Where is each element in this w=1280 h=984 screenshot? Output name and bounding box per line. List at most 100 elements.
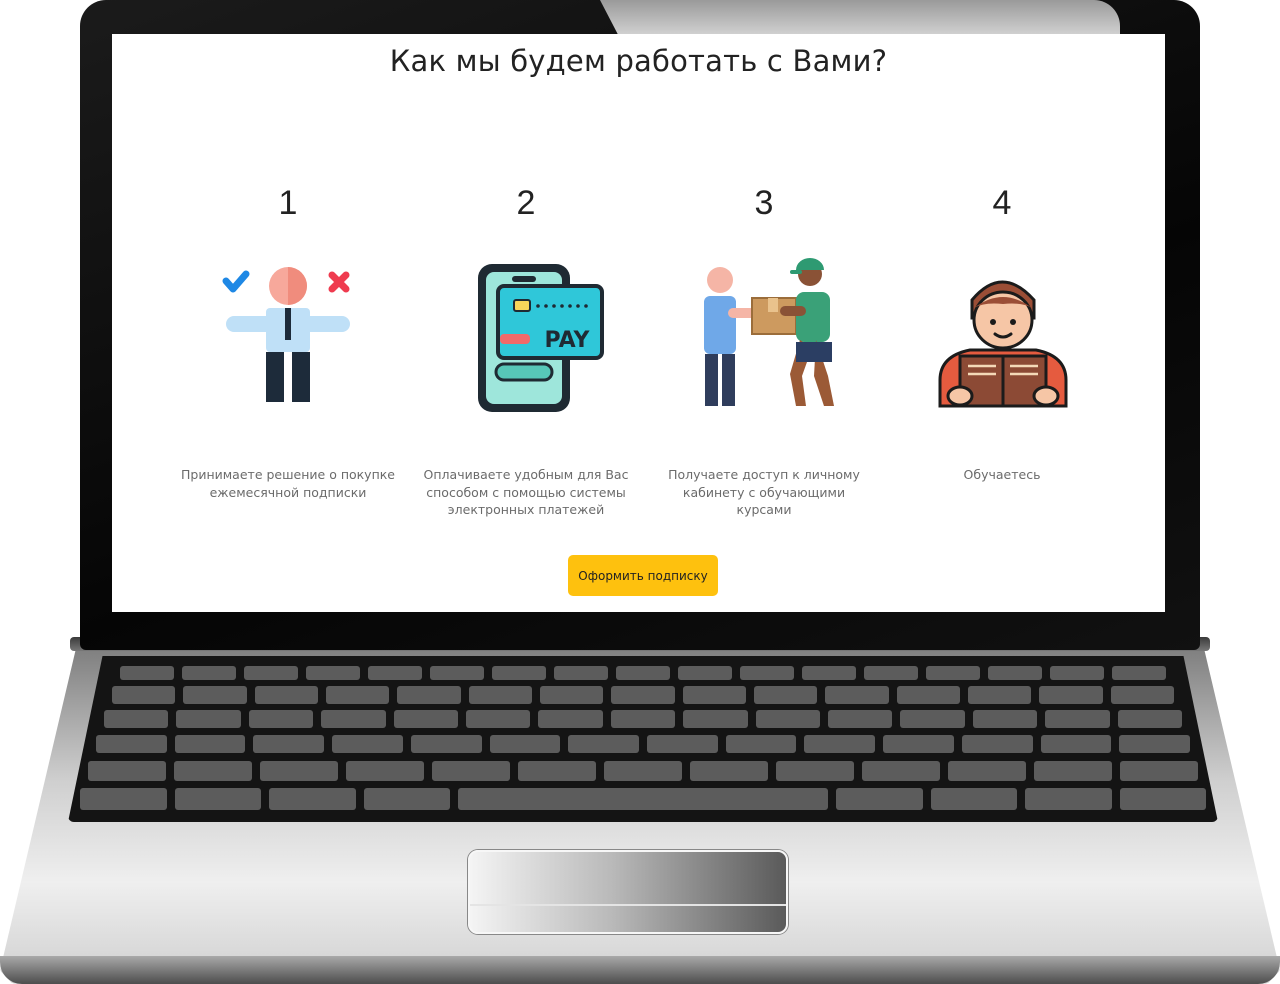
laptop-base-edge <box>0 956 1280 984</box>
keyboard-key <box>538 710 603 728</box>
keyboard-key <box>88 761 166 781</box>
keyboard-key <box>647 735 718 753</box>
phone-card-pay-icon: PAY <box>478 264 604 412</box>
keyboard-key <box>432 761 510 781</box>
step-description: Принимаете решение о покупке ежемесячной… <box>181 467 395 500</box>
keyboard-key <box>1119 735 1190 753</box>
keyboard-key <box>492 666 546 680</box>
keyboard-key <box>518 761 596 781</box>
keyboard-key <box>948 761 1026 781</box>
step-description: Оплачиваете удобным для Вас способом с п… <box>423 467 629 517</box>
keyboard-key <box>988 666 1042 680</box>
keyboard-key <box>1034 761 1112 781</box>
step-number: 2 <box>516 184 536 222</box>
keyboard-key <box>776 761 854 781</box>
keyboard-key <box>306 666 360 680</box>
keyboard-key <box>346 761 424 781</box>
keyboard-key <box>112 686 176 704</box>
keyboard-key <box>393 710 458 728</box>
keyboard-key <box>678 666 732 680</box>
keyboard-key <box>363 788 450 810</box>
keyboard-key <box>1040 735 1112 753</box>
keyboard-key <box>604 761 682 781</box>
step-description: Обучаетесь <box>963 467 1041 482</box>
keyboard-key <box>96 735 167 753</box>
step-4: 4 Обучаетесь <box>883 184 1121 484</box>
keyboard-key <box>1120 761 1198 781</box>
decision-person-icon <box>222 267 350 402</box>
keyboard-key <box>968 686 1032 704</box>
keyboard-key <box>930 788 1017 810</box>
keyboard-key <box>174 735 246 753</box>
step-description: Получаете доступ к личному кабинету с об… <box>668 467 860 517</box>
touchpad-divider <box>470 904 786 906</box>
keyboard-key <box>972 710 1038 728</box>
keyboard-key <box>682 686 746 704</box>
keyboard-key <box>611 686 675 704</box>
keyboard-key <box>616 666 670 680</box>
keyboard-key <box>754 686 818 704</box>
keyboard-key <box>174 761 252 781</box>
keyboard-key <box>1025 788 1112 810</box>
keyboard-key <box>244 666 298 680</box>
keyboard-key <box>1119 788 1206 810</box>
keyboard-key <box>568 735 639 753</box>
page-title: Как мы будем работать с Вами? <box>389 44 888 78</box>
keyboard-key <box>1110 686 1174 704</box>
keyboard-key <box>183 686 247 704</box>
step-number: 4 <box>992 184 1012 222</box>
pay-card-text: PAY <box>545 328 591 353</box>
keyboard-key <box>174 788 261 810</box>
step-2: 2 PAY Оплачиваете удобным для Вас способ… <box>407 184 645 519</box>
keyboard-key <box>883 735 954 753</box>
keyboard-key <box>1045 710 1110 728</box>
laptop-touchpad <box>468 850 788 934</box>
keyboard-key <box>326 686 390 704</box>
keyboard-key <box>410 735 482 753</box>
keyboard-key <box>836 788 923 810</box>
laptop-keyboard <box>68 656 1218 822</box>
keyboard-key <box>828 710 893 728</box>
keyboard-key <box>610 710 676 728</box>
keyboard-key <box>176 710 241 728</box>
keyboard-key <box>1039 686 1103 704</box>
keyboard-key <box>864 666 918 680</box>
step-1: 1 Принимаете решение о покупке ежемесячн… <box>169 184 407 501</box>
keyboard-key <box>269 788 356 810</box>
keyboard-key <box>690 761 768 781</box>
keyboard-key <box>540 686 604 704</box>
package-delivery-icon <box>704 258 834 406</box>
keyboard-key <box>104 710 169 728</box>
laptop-screen: Как мы будем работать с Вами? 1 Принимае… <box>112 34 1165 612</box>
keyboard-key <box>900 710 965 728</box>
keyboard-key <box>862 761 940 781</box>
step-number: 3 <box>754 184 774 222</box>
keyboard-key <box>120 666 174 680</box>
keyboard-key <box>80 788 167 810</box>
keyboard-key <box>825 686 889 704</box>
keyboard-key <box>254 686 318 704</box>
keyboard-key <box>397 686 461 704</box>
keyboard-key <box>368 666 422 680</box>
step-number: 1 <box>278 184 298 222</box>
keyboard-key <box>725 735 797 753</box>
keyboard-key <box>321 710 386 728</box>
keyboard-key <box>1050 666 1104 680</box>
keyboard-key <box>961 735 1033 753</box>
keyboard-key <box>740 666 794 680</box>
keyboard-key <box>804 735 876 753</box>
keyboard-key <box>468 686 532 704</box>
keyboard-key <box>182 666 236 680</box>
keyboard-key <box>1117 710 1182 728</box>
keyboard-key <box>1112 666 1166 680</box>
keyboard-key <box>683 710 748 728</box>
keyboard-key <box>253 735 325 753</box>
keyboard-key <box>332 735 403 753</box>
keyboard-key <box>248 710 314 728</box>
subscribe-button[interactable]: Оформить подписку <box>568 555 718 596</box>
keyboard-key <box>896 686 960 704</box>
keyboard-key <box>260 761 338 781</box>
keyboard-key <box>466 710 531 728</box>
keyboard-key <box>802 666 856 680</box>
step-3: 3 Получаете доступ к личному кабинету с … <box>645 184 883 519</box>
